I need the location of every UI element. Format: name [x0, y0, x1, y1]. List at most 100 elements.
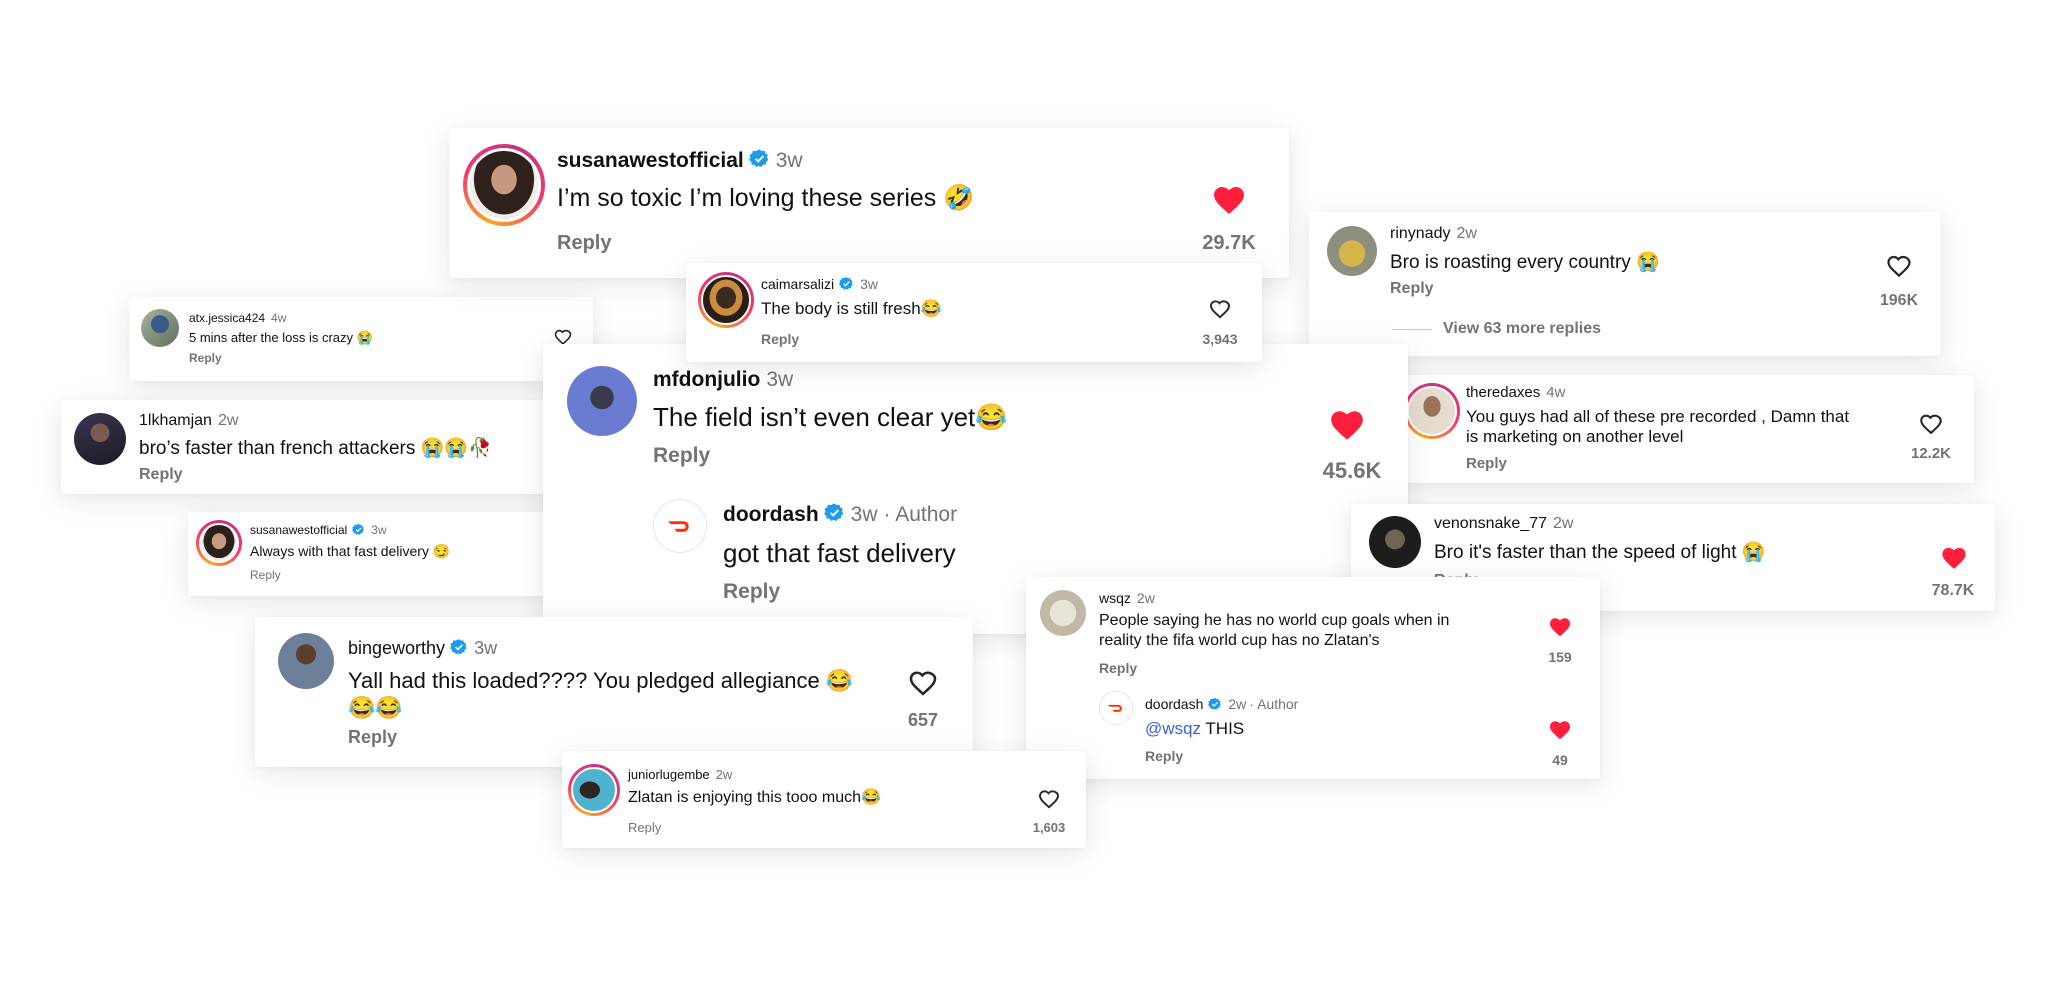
author-tag: · Author — [883, 503, 958, 526]
comment-text: Bro is roasting every country 😭 — [1390, 252, 1660, 273]
timestamp: 2w — [715, 767, 733, 782]
reply-link[interactable]: Reply — [557, 232, 611, 255]
view-more-replies-link[interactable]: View 63 more replies — [1443, 320, 1601, 338]
username[interactable]: wsqz — [1099, 590, 1131, 606]
like-count: 45.6K — [1322, 458, 1382, 483]
timestamp: 2w — [1456, 225, 1477, 242]
heart-outline-icon[interactable] — [1918, 411, 1944, 437]
comment-text: Bro it's faster than the speed of light … — [1434, 542, 1766, 563]
reply-link[interactable]: Reply — [761, 331, 799, 347]
username[interactable]: susanawestofficial — [250, 523, 347, 537]
reply-link[interactable]: Reply — [1390, 280, 1434, 298]
comment-card-rinynady: rinynady 2w Bro is roasting every country… — [1309, 212, 1941, 356]
timestamp: 3w — [850, 503, 878, 526]
comment-card-theredaxes: theredaxes 4w You guys had all of these p… — [1392, 375, 1974, 483]
avatar[interactable] — [1040, 590, 1086, 636]
timestamp: 2w — [1136, 590, 1155, 606]
avatar[interactable] — [568, 764, 620, 816]
username[interactable]: venonsnake_77 — [1434, 515, 1547, 532]
username[interactable]: rinynady — [1390, 225, 1450, 242]
verified-badge-icon — [749, 148, 770, 169]
heart-outline-icon[interactable] — [1885, 252, 1913, 280]
divider — [1392, 329, 1432, 330]
username[interactable]: doordash — [1145, 696, 1203, 712]
verified-badge-icon — [839, 276, 854, 291]
username[interactable]: susanawestofficial — [557, 149, 744, 172]
comment-text: bro’s faster than french attackers 😭😭🥀 — [139, 438, 492, 459]
verified-badge-icon — [450, 638, 468, 656]
username[interactable]: bingeworthy — [348, 638, 445, 658]
timestamp: 2w — [1552, 515, 1574, 532]
doordash-logo-icon[interactable] — [653, 499, 707, 553]
reply-link[interactable]: Reply — [189, 351, 222, 365]
timestamp: 3w — [775, 149, 803, 172]
like-count: 29.7K — [1202, 232, 1256, 254]
like-count: 78.7K — [1931, 582, 1975, 599]
reply-link[interactable]: Reply — [723, 580, 780, 604]
comment-text: Always with that fast delivery 😏 — [250, 543, 451, 559]
comment-card-juniorlugembe: juniorlugembe 2w Zlatan is enjoying this … — [562, 751, 1086, 848]
comment-text: The field isn’t even clear yet😂 — [653, 402, 1008, 432]
avatar[interactable] — [196, 520, 242, 566]
author-tag: · Author — [1249, 696, 1299, 712]
like-count: 49 — [1552, 752, 1568, 768]
reply-link[interactable]: Reply — [653, 444, 710, 468]
heart-filled-icon[interactable] — [1940, 544, 1968, 572]
comment-text-line-2: reality the fifa world cup has no Zlatan… — [1099, 632, 1380, 649]
username[interactable]: doordash — [723, 503, 819, 526]
username[interactable]: theredaxes — [1466, 384, 1540, 401]
avatar[interactable] — [1327, 226, 1377, 276]
avatar[interactable] — [463, 144, 545, 226]
username[interactable]: mfdonjulio — [653, 368, 760, 391]
timestamp: 3w — [371, 523, 387, 537]
avatar[interactable] — [698, 272, 754, 328]
comment-text: got that fast delivery — [723, 538, 956, 568]
like-count: 657 — [907, 710, 939, 730]
heart-filled-icon[interactable] — [1548, 718, 1572, 742]
like-count: 3,943 — [1202, 331, 1238, 347]
comment-text: THIS — [1201, 719, 1245, 738]
username[interactable]: 1lkhamjan — [139, 412, 212, 429]
heart-outline-icon[interactable] — [907, 667, 939, 699]
username[interactable]: caimarsalizi — [761, 276, 834, 292]
timestamp: 3w — [766, 368, 794, 391]
reply-link[interactable]: Reply — [628, 820, 661, 835]
reply-link[interactable]: Reply — [1145, 748, 1183, 764]
like-count: 12.2K — [1910, 445, 1952, 462]
comment-text: Zlatan is enjoying this tooo much😂 — [628, 789, 881, 806]
heart-filled-icon[interactable] — [1328, 406, 1366, 444]
comment-text-line-1: You guys had all of these pre recorded ,… — [1466, 407, 1850, 426]
comment-card-1lkhamjan: 1lkhamjan 2w bro’s faster than french att… — [61, 400, 561, 494]
heart-filled-icon[interactable] — [1211, 182, 1247, 218]
username[interactable]: juniorlugembe — [628, 767, 710, 782]
avatar[interactable] — [567, 366, 637, 436]
heart-outline-icon[interactable] — [1208, 297, 1232, 321]
avatar[interactable] — [1404, 383, 1460, 439]
doordash-logo-icon[interactable] — [1099, 691, 1133, 725]
comment-card-susanawestofficial-small: susanawestofficial 3w Always with that fa… — [188, 512, 588, 596]
comment-text-line-2: is marketing on another level — [1466, 427, 1684, 446]
reply-link[interactable]: Reply — [250, 568, 281, 582]
heart-filled-icon[interactable] — [1548, 615, 1572, 639]
timestamp: 2w — [217, 412, 239, 429]
avatar[interactable] — [141, 309, 179, 347]
user-mention-link[interactable]: @wsqz — [1145, 719, 1201, 738]
comment-card-susanawestofficial-main: susanawestofficial 3w I’m so toxic I’m lo… — [449, 128, 1289, 278]
comment-card-caimarsalizi: caimarsalizi 3w The body is still fresh😂 … — [686, 263, 1262, 362]
reply-link[interactable]: Reply — [1099, 660, 1137, 676]
avatar[interactable] — [74, 413, 126, 465]
like-count: 196K — [1879, 292, 1919, 309]
verified-badge-icon — [824, 502, 845, 523]
avatar[interactable] — [1369, 516, 1421, 568]
comment-text: The body is still fresh😂 — [761, 299, 942, 318]
reply-link[interactable]: Reply — [139, 466, 183, 484]
timestamp: 3w — [860, 276, 879, 292]
timestamp: 3w — [474, 638, 498, 658]
avatar[interactable] — [278, 633, 334, 689]
reply-link[interactable]: Reply — [1466, 455, 1507, 472]
comment-text-line-1: Yall had this loaded???? You pledged all… — [348, 668, 854, 693]
heart-outline-icon[interactable] — [1037, 787, 1061, 811]
timestamp: 2w — [1228, 696, 1247, 712]
reply-link[interactable]: Reply — [348, 727, 397, 748]
username[interactable]: atx.jessica424 — [189, 311, 265, 325]
